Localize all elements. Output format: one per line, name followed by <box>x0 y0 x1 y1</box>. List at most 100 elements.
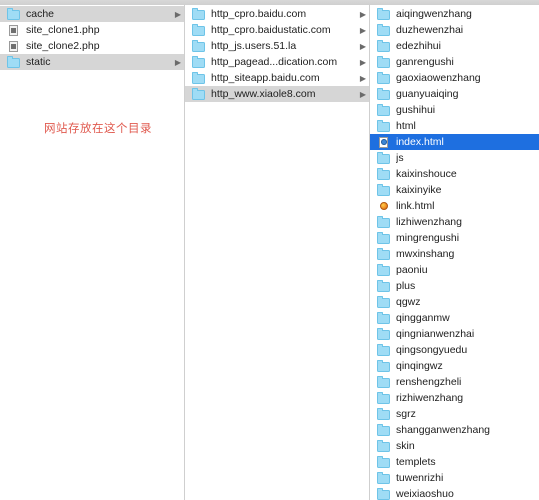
item-label: html <box>396 119 416 132</box>
item-label: weixiaoshuo <box>396 487 454 500</box>
folder-row[interactable]: qgwz <box>370 294 539 310</box>
folder-row[interactable]: http_cpro.baidu.com ▶ <box>185 6 369 22</box>
item-label: site_clone1.php <box>26 23 100 36</box>
folder-row[interactable]: http_js.users.51.la ▶ <box>185 38 369 54</box>
folder-row[interactable]: plus <box>370 278 539 294</box>
folder-row[interactable]: skin <box>370 438 539 454</box>
folder-row[interactable]: templets <box>370 454 539 470</box>
disclosure-chevron-icon[interactable]: ▶ <box>356 8 366 21</box>
item-label: http_pagead...dication.com <box>211 55 338 68</box>
disclosure-chevron-icon[interactable]: ▶ <box>356 24 366 37</box>
folder-row[interactable]: shangganwenzhang <box>370 422 539 438</box>
item-label: gushihui <box>396 103 436 116</box>
disclosure-chevron-icon[interactable]: ▶ <box>356 88 366 101</box>
item-label: link.html <box>396 199 435 212</box>
folder-row[interactable]: qingganmw <box>370 310 539 326</box>
disclosure-chevron-icon[interactable]: ▶ <box>356 56 366 69</box>
folder-row[interactable]: aiqingwenzhang <box>370 6 539 22</box>
item-label: gaoxiaowenzhang <box>396 71 481 84</box>
item-label: ganrengushi <box>396 55 454 68</box>
folder-row[interactable]: renshengzheli <box>370 374 539 390</box>
item-label: sgrz <box>396 407 416 420</box>
folder-row[interactable]: lizhiwenzhang <box>370 214 539 230</box>
folder-icon <box>6 56 21 69</box>
file-column-3: aiqingwenzhang duzhewenzhai edezhihui ganre… <box>370 5 539 500</box>
item-label: guanyuaiqing <box>396 87 459 100</box>
folder-row[interactable]: tuwenrizhi <box>370 470 539 486</box>
folder-row[interactable]: http_pagead...dication.com ▶ <box>185 54 369 70</box>
item-label: js <box>396 151 404 164</box>
html-document-icon <box>376 136 391 149</box>
item-label: http_siteapp.baidu.com <box>211 71 320 84</box>
folder-row[interactable]: qinqingwz <box>370 358 539 374</box>
file-row[interactable]: site_clone2.php <box>0 38 184 54</box>
item-label: rizhiwenzhang <box>396 391 464 404</box>
folder-row[interactable]: ganrengushi <box>370 54 539 70</box>
item-label: static <box>26 55 51 68</box>
folder-icon <box>191 88 206 101</box>
item-label: aiqingwenzhang <box>396 7 472 20</box>
folder-icon <box>376 56 391 69</box>
item-label: http_cpro.baidustatic.com <box>211 23 331 36</box>
folder-icon <box>376 104 391 117</box>
column-container: cache ▶ site_clone1.php site_clone2.phpstat… <box>0 5 539 500</box>
file-column-2: http_cpro.baidu.com ▶ http_cpro.baidustati… <box>185 5 370 500</box>
folder-icon <box>191 24 206 37</box>
file-row[interactable]: index.html <box>370 134 539 150</box>
item-label: cache <box>26 7 55 20</box>
folder-icon <box>376 424 391 437</box>
folder-row[interactable]: static ▶ <box>0 54 184 70</box>
folder-row[interactable]: duzhewenzhai <box>370 22 539 38</box>
folder-row[interactable]: kaixinyike <box>370 182 539 198</box>
item-label: qgwz <box>396 295 421 308</box>
folder-row[interactable]: mingrengushi <box>370 230 539 246</box>
file-column-1: cache ▶ site_clone1.php site_clone2.phpstat… <box>0 5 185 500</box>
item-label: qingganmw <box>396 311 450 324</box>
folder-icon <box>191 56 206 69</box>
folder-row[interactable]: guanyuaiqing <box>370 86 539 102</box>
folder-row[interactable]: rizhiwenzhang <box>370 390 539 406</box>
folder-row[interactable]: http_cpro.baidustatic.com ▶ <box>185 22 369 38</box>
item-label: lizhiwenzhang <box>396 215 462 228</box>
folder-icon <box>376 248 391 261</box>
folder-icon <box>376 280 391 293</box>
folder-row[interactable]: html <box>370 118 539 134</box>
folder-row[interactable]: qingsongyuedu <box>370 342 539 358</box>
folder-row[interactable]: gaoxiaowenzhang <box>370 70 539 86</box>
item-label: kaixinshouce <box>396 167 457 180</box>
folder-row[interactable]: mwxinshang <box>370 246 539 262</box>
file-row[interactable]: site_clone1.php <box>0 22 184 38</box>
folder-row[interactable]: http_siteapp.baidu.com ▶ <box>185 70 369 86</box>
folder-icon <box>376 296 391 309</box>
item-label: qingnianwenzhai <box>396 327 475 340</box>
folder-row[interactable]: http_www.xiaole8.com ▶ <box>185 86 369 102</box>
disclosure-chevron-icon[interactable]: ▶ <box>171 56 181 69</box>
disclosure-chevron-icon[interactable]: ▶ <box>356 72 366 85</box>
item-label: tuwenrizhi <box>396 471 444 484</box>
item-label: qingsongyuedu <box>396 343 468 356</box>
folder-row[interactable]: gushihui <box>370 102 539 118</box>
disclosure-chevron-icon[interactable]: ▶ <box>171 8 181 21</box>
folder-row[interactable]: weixiaoshuo <box>370 486 539 500</box>
file-list-1: cache ▶ site_clone1.php site_clone2.phpstat… <box>0 5 184 70</box>
folder-row[interactable]: qingnianwenzhai <box>370 326 539 342</box>
folder-icon <box>191 40 206 53</box>
folder-row[interactable]: cache ▶ <box>0 6 184 22</box>
globe-document-icon <box>376 200 391 213</box>
item-label: templets <box>396 455 436 468</box>
disclosure-chevron-icon[interactable]: ▶ <box>356 40 366 53</box>
file-row[interactable]: link.html <box>370 198 539 214</box>
item-label: site_clone2.php <box>26 39 100 52</box>
folder-icon <box>376 408 391 421</box>
folder-row[interactable]: edezhihui <box>370 38 539 54</box>
file-list-3: aiqingwenzhang duzhewenzhai edezhihui ganre… <box>370 5 539 500</box>
php-document-icon <box>6 24 21 37</box>
item-label: qinqingwz <box>396 359 443 372</box>
folder-row[interactable]: js <box>370 150 539 166</box>
folder-icon <box>376 344 391 357</box>
folder-row[interactable]: kaixinshouce <box>370 166 539 182</box>
folder-icon <box>376 440 391 453</box>
folder-icon <box>376 264 391 277</box>
folder-row[interactable]: paoniu <box>370 262 539 278</box>
folder-row[interactable]: sgrz <box>370 406 539 422</box>
